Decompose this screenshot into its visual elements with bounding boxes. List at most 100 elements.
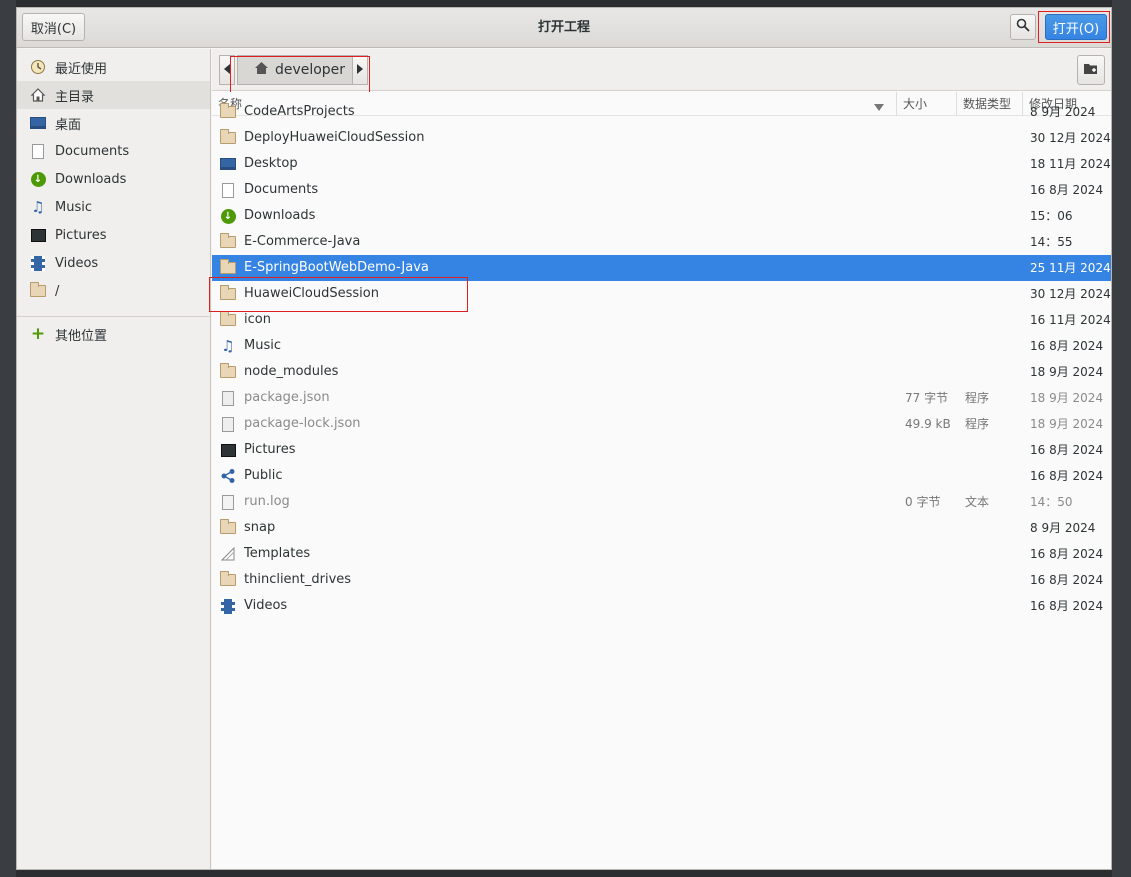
file-name: DeployHuaweiCloudSession <box>244 130 425 145</box>
text-file-icon <box>219 493 237 511</box>
folder-icon <box>219 363 237 381</box>
sidebar-item-label: 最近使用 <box>55 61 108 77</box>
folder-icon <box>219 259 237 277</box>
file-modified: 16 11月 2024 <box>1030 313 1111 327</box>
sidebar-item-label: Pictures <box>55 227 107 243</box>
folder-icon <box>29 282 47 300</box>
sidebar-item-root[interactable]: / <box>17 277 210 305</box>
sidebar-item-label: 其他位置 <box>55 328 108 344</box>
file-name: package-lock.json <box>244 416 361 431</box>
plus-icon: + <box>30 324 46 344</box>
desktop-icon <box>29 114 47 132</box>
file-name: icon <box>244 312 271 327</box>
path-back-button[interactable] <box>219 55 235 85</box>
file-name: Music <box>244 338 281 353</box>
sidebar-item-videos[interactable]: Videos <box>17 249 210 277</box>
file-modified: 16 8月 2024 <box>1030 183 1104 197</box>
music-icon: ♫ <box>31 198 45 216</box>
file-row[interactable]: Templates 16 8月 2024 <box>212 541 1111 567</box>
file-row[interactable]: DeployHuaweiCloudSession 30 12月 2024 <box>212 125 1111 151</box>
sidebar-item-label: Downloads <box>55 171 127 187</box>
file-row[interactable]: thinclient_drives 16 8月 2024 <box>212 567 1111 593</box>
file-modified: 18 9月 2024 <box>1030 365 1104 379</box>
file-browser: developer 名称 大小 数据类型 修改日期 CodeArtsProjec… <box>209 49 1111 869</box>
file-row[interactable]: package-lock.json 49.9 kB 程序 18 9月 2024 <box>212 411 1111 437</box>
document-icon <box>29 142 47 160</box>
pictures-icon <box>219 441 237 459</box>
folder-icon <box>219 129 237 147</box>
open-project-dialog: 取消(C) 打开工程 打开(O) 最近使用 主目录 桌面 Documents ↓… <box>16 7 1112 870</box>
sidebar-item-desktop[interactable]: 桌面 <box>17 109 210 137</box>
chevron-right-icon <box>357 63 363 78</box>
file-name: snap <box>244 520 276 535</box>
sidebar-item-pictures[interactable]: Pictures <box>17 221 210 249</box>
download-icon: ↓ <box>29 170 47 188</box>
document-icon <box>219 181 237 199</box>
open-button[interactable]: 打开(O) <box>1045 14 1107 40</box>
path-item-label: developer <box>274 62 346 78</box>
file-row[interactable]: package.json 77 字节 程序 18 9月 2024 <box>212 385 1111 411</box>
file-row[interactable]: ↓ Downloads 15：06 <box>212 203 1111 229</box>
file-row[interactable]: Videos 16 8月 2024 <box>212 593 1111 619</box>
sidebar-separator <box>17 316 210 317</box>
dialog-header: 取消(C) 打开工程 打开(O) <box>17 8 1111 48</box>
file-modified: 16 8月 2024 <box>1030 599 1104 613</box>
file-name: node_modules <box>244 364 339 379</box>
file-row[interactable]: CodeArtsProjects 8 9月 2024 <box>212 99 1111 125</box>
file-name: Desktop <box>244 156 298 171</box>
sidebar-item-home[interactable]: 主目录 <box>17 81 210 109</box>
file-row[interactable]: E-SpringBootWebDemo-Java 25 11月 2024 <box>212 255 1111 281</box>
videos-icon <box>219 597 237 615</box>
sidebar-item-label: 桌面 <box>55 117 82 133</box>
file-row[interactable]: icon 16 11月 2024 <box>212 307 1111 333</box>
search-icon <box>1016 18 1030 36</box>
sidebar-item-documents[interactable]: Documents <box>17 137 210 165</box>
file-row[interactable]: E-Commerce-Java 14：55 <box>212 229 1111 255</box>
file-row[interactable]: ♫ Music 16 8月 2024 <box>212 333 1111 359</box>
file-type: 程序 <box>965 417 990 431</box>
file-row[interactable]: Documents 16 8月 2024 <box>212 177 1111 203</box>
chevron-left-icon <box>224 63 230 78</box>
pictures-icon <box>29 226 47 244</box>
sidebar-item-music[interactable]: ♫ Music <box>17 193 210 221</box>
file-modified: 18 9月 2024 <box>1030 417 1104 431</box>
file-row[interactable]: Pictures 16 8月 2024 <box>212 437 1111 463</box>
file-modified: 16 8月 2024 <box>1030 339 1104 353</box>
sidebar-item-label: Documents <box>55 143 130 159</box>
file-size: 49.9 kB <box>905 417 951 431</box>
file-name: Pictures <box>244 442 296 457</box>
folder-icon <box>219 285 237 303</box>
folder-icon <box>219 233 237 251</box>
file-row[interactable]: Public 16 8月 2024 <box>212 463 1111 489</box>
recent-icon <box>29 58 47 76</box>
sidebar-item-recent[interactable]: 最近使用 <box>17 53 210 81</box>
search-button[interactable] <box>1010 14 1036 40</box>
path-item-developer[interactable]: developer <box>237 55 362 85</box>
music-icon: ♫ <box>221 337 235 355</box>
file-modified: 16 8月 2024 <box>1030 547 1104 561</box>
places-sidebar: 最近使用 主目录 桌面 Documents ↓ Downloads ♫ Musi… <box>17 49 211 869</box>
path-forward-button[interactable] <box>352 55 368 85</box>
home-icon <box>29 86 47 104</box>
file-row[interactable]: node_modules 18 9月 2024 <box>212 359 1111 385</box>
background-right <box>1112 0 1131 877</box>
new-folder-button[interactable] <box>1077 55 1105 85</box>
sidebar-item-downloads[interactable]: ↓ Downloads <box>17 165 210 193</box>
background-left <box>0 0 16 877</box>
folder-icon <box>219 103 237 121</box>
file-modified: 25 11月 2024 <box>1030 261 1111 275</box>
file-type: 文本 <box>965 495 990 509</box>
file-row[interactable]: snap 8 9月 2024 <box>212 515 1111 541</box>
file-name: E-SpringBootWebDemo-Java <box>244 260 429 275</box>
file-row[interactable]: Desktop 18 11月 2024 <box>212 151 1111 177</box>
file-modified: 30 12月 2024 <box>1030 131 1111 145</box>
file-name: Documents <box>244 182 319 197</box>
file-row[interactable]: run.log 0 字节 文本 14：50 <box>212 489 1111 515</box>
share-icon <box>219 467 237 485</box>
sidebar-item-other-locations[interactable]: + 其他位置 <box>17 320 210 348</box>
cancel-button[interactable]: 取消(C) <box>22 13 85 41</box>
sidebar-item-label: 主目录 <box>55 89 95 105</box>
file-row[interactable]: HuaweiCloudSession 30 12月 2024 <box>212 281 1111 307</box>
sidebar-item-label: / <box>55 283 60 299</box>
file-modified: 14：55 <box>1030 235 1073 249</box>
